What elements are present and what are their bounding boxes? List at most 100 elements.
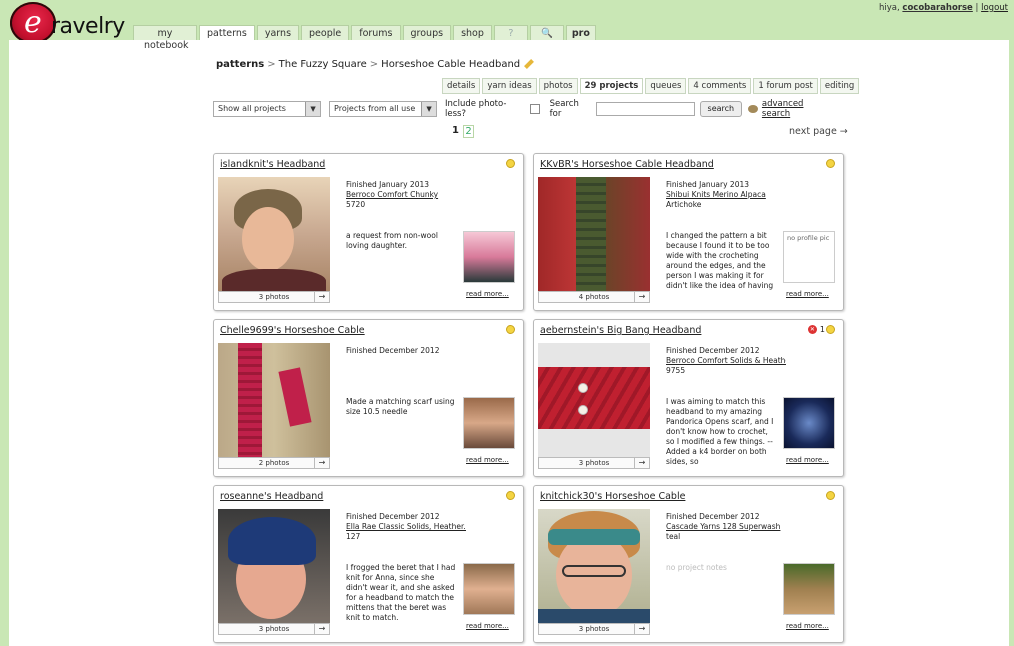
project-card: aebernstein's Big Bang Headband ✕ 1 3 pho… [533, 319, 844, 477]
nav-tab-forums[interactable]: forums [351, 25, 401, 41]
tab-editing[interactable]: editing [819, 78, 860, 94]
pagination: 1 2 [452, 125, 474, 138]
search-icon[interactable]: 🔍 [529, 25, 564, 41]
breadcrumb-pattern[interactable]: Horseshoe Cable Headband [381, 59, 520, 70]
read-more-link[interactable]: read more... [466, 622, 509, 630]
nav-tab-yarns[interactable]: yarns [256, 25, 300, 41]
project-notes: I was aiming to match this headband to m… [666, 397, 774, 466]
project-filters: Show all projects ▼ Projects from all us… [213, 99, 833, 119]
photo-count-bar[interactable]: 3 photos → [538, 623, 650, 635]
yarn-link[interactable]: Berroco Comfort Solids & Heathers [666, 356, 786, 366]
happiness-smiley-icon [826, 325, 835, 334]
ravelry-logo[interactable]: e ravelry [6, 2, 128, 44]
nav-tab-groups[interactable]: groups [402, 25, 452, 41]
arrow-right-icon[interactable]: → [634, 458, 649, 468]
project-title-link[interactable]: Chelle9699's Horseshoe Cable [220, 325, 365, 336]
avatar[interactable] [463, 563, 515, 615]
photoless-label: Include photo-less? [445, 99, 507, 119]
logout-link[interactable]: logout [981, 3, 1008, 13]
tab-details[interactable]: details [442, 78, 481, 94]
project-photo[interactable] [538, 509, 650, 623]
avatar[interactable] [783, 563, 835, 615]
project-meta: Finished December 2012 [346, 346, 440, 355]
arrow-right-icon[interactable]: → [314, 458, 329, 468]
page-2-link[interactable]: 2 [463, 125, 474, 138]
breadcrumb: patterns > The Fuzzy Square > Horseshoe Cabl… [216, 59, 535, 70]
nav-tab-my-notebook[interactable]: my [133, 25, 197, 41]
page-current: 1 [452, 125, 459, 136]
avatar[interactable]: no profile pic [783, 231, 835, 283]
project-card: islandknit's Headband 3 photos → Finished… [213, 153, 524, 311]
username-link[interactable]: cocobarahorse [902, 3, 972, 13]
show-projects-select[interactable]: Show all projects ▼ [213, 101, 322, 117]
breadcrumb-patterns[interactable]: patterns [216, 59, 264, 70]
project-title-link[interactable]: knitchick30's Horseshoe Cable [540, 491, 685, 502]
photo-count-bar[interactable]: 4 photos → [538, 291, 650, 303]
arrow-right-icon[interactable]: → [634, 292, 649, 302]
project-notes: no project notes [666, 563, 727, 572]
nav-tab-patterns[interactable]: patterns [199, 25, 255, 41]
project-title-link[interactable]: KKvBR's Horseshoe Cable Headband [540, 159, 714, 170]
nav-tab-notebook-label[interactable]: notebook [144, 40, 189, 51]
search-label: Search for [549, 99, 579, 119]
photo-count-bar[interactable]: 2 photos → [218, 457, 330, 469]
pattern-tabs: details yarn ideas photos 29 projects qu… [442, 78, 861, 94]
photo-count-bar[interactable]: 3 photos → [218, 291, 330, 303]
project-meta: Finished December 2012 Cascade Yarns 128… [666, 512, 786, 542]
photo-count-bar[interactable]: 3 photos → [538, 457, 650, 469]
yarn-link[interactable]: Berroco Comfort Chunky [346, 190, 466, 200]
yarn-link[interactable]: Ella Rae Classic Solids, Heather... [346, 522, 466, 532]
search-input[interactable] [596, 102, 695, 116]
arrow-right-icon[interactable]: → [634, 624, 649, 634]
breadcrumb-designer[interactable]: The Fuzzy Square [279, 59, 367, 70]
project-photo[interactable] [218, 343, 330, 457]
project-title-link[interactable]: aebernstein's Big Bang Headband [540, 325, 701, 336]
read-more-link[interactable]: read more... [786, 290, 829, 298]
photoless-checkbox[interactable] [529, 104, 540, 114]
avatar[interactable] [463, 231, 515, 283]
yarn-link[interactable]: Cascade Yarns 128 Superwash [666, 522, 786, 532]
happiness-smiley-icon [826, 159, 835, 168]
yarn-link[interactable]: Shibui Knits Merino Alpaca [666, 190, 786, 200]
greeting: hiya, [879, 3, 900, 13]
nav-tab-people[interactable]: people [301, 25, 350, 41]
project-notes: Made a matching scarf using size 10.5 ne… [346, 397, 455, 416]
tab-forum-post[interactable]: 1 forum post [753, 78, 818, 94]
read-more-link[interactable]: read more... [786, 622, 829, 630]
next-page-link[interactable]: next page → [789, 126, 848, 137]
avatar[interactable] [463, 397, 515, 449]
user-bar: hiya, cocobarahorse | logout [879, 3, 1008, 13]
photo-count-bar[interactable]: 3 photos → [218, 623, 330, 635]
search-button[interactable]: search [699, 101, 743, 117]
tab-queues[interactable]: queues [645, 78, 687, 94]
project-meta: Finished December 2012 Ella Rae Classic … [346, 512, 466, 541]
advanced-search-link[interactable]: advanced search [762, 99, 833, 119]
logo-mark-icon: e [10, 2, 56, 44]
project-photo[interactable] [538, 343, 650, 457]
tab-comments[interactable]: 4 comments [688, 78, 752, 94]
arrow-right-icon[interactable]: → [314, 624, 329, 634]
projects-from-select[interactable]: Projects from all use ▼ [329, 101, 438, 117]
tool-icon: ✕ [807, 325, 817, 334]
happiness-smiley-icon [506, 491, 515, 500]
nav-tab-pro[interactable]: pro [565, 25, 596, 41]
tab-projects[interactable]: 29 projects [579, 78, 644, 94]
project-photo[interactable] [538, 177, 650, 291]
project-photo[interactable] [218, 509, 330, 623]
read-more-link[interactable]: read more... [466, 456, 509, 464]
read-more-link[interactable]: read more... [466, 290, 509, 298]
help-icon[interactable]: ? [493, 25, 528, 41]
comment-badge[interactable]: ✕ 1 [807, 325, 825, 334]
avatar[interactable] [783, 397, 835, 449]
arrow-right-icon[interactable]: → [314, 292, 329, 302]
project-title-link[interactable]: islandknit's Headband [220, 159, 325, 170]
project-notes: I frogged the beret that I had knit for … [346, 563, 456, 622]
project-title-link[interactable]: roseanne's Headband [220, 491, 323, 502]
tab-photos[interactable]: photos [538, 78, 578, 94]
project-photo[interactable] [218, 177, 330, 291]
read-more-link[interactable]: read more... [786, 456, 829, 464]
nav-tab-shop[interactable]: shop [453, 25, 492, 41]
edit-pencil-icon[interactable] [524, 59, 535, 69]
project-notes: I changed the pattern a bit because I fo… [666, 231, 774, 290]
tab-yarn-ideas[interactable]: yarn ideas [482, 78, 537, 94]
